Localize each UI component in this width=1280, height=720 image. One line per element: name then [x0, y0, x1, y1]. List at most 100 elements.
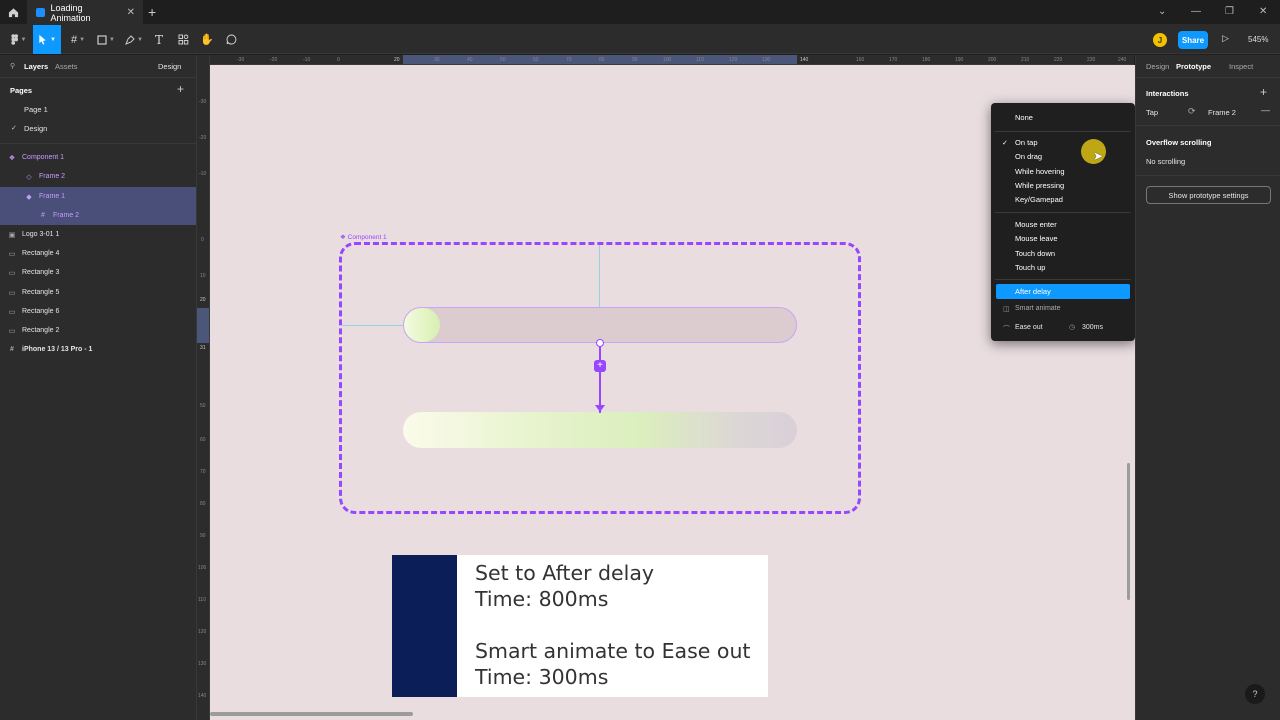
comment-tool-button[interactable]: [223, 25, 239, 54]
layer-row[interactable]: ◇ Frame 2: [0, 167, 196, 186]
menu-item-none[interactable]: None: [1015, 113, 1033, 122]
ruler-tick: 120: [198, 629, 207, 635]
interaction-trigger[interactable]: Tap: [1146, 108, 1158, 117]
title-bar: Loading Animation ✕ + ⌄ — ❐ ✕: [0, 0, 1280, 25]
menu-item-key-gamepad[interactable]: Key/Gamepad: [1015, 195, 1063, 204]
loading-bar-fill: [404, 308, 440, 342]
easing-select[interactable]: Ease out: [1015, 324, 1043, 331]
connection-origin-handle[interactable]: [596, 339, 604, 347]
layer-row[interactable]: ▭ Rectangle 6: [0, 302, 196, 321]
add-page-button[interactable]: +: [177, 82, 184, 96]
pen-tool-button[interactable]: ▼: [122, 25, 146, 54]
horizontal-scrollbar[interactable]: [210, 712, 413, 716]
menu-item-on-tap[interactable]: On tap: [1015, 138, 1038, 147]
tab-assets[interactable]: Assets: [55, 62, 78, 71]
layer-row-selected[interactable]: # Frame 2: [0, 206, 196, 225]
present-play-icon[interactable]: ▷: [1222, 33, 1229, 44]
menu-item-while-hovering[interactable]: While hovering: [1015, 167, 1065, 176]
user-avatar[interactable]: J: [1153, 33, 1167, 47]
menu-item-on-drag[interactable]: On drag: [1015, 152, 1042, 161]
new-tab-button[interactable]: +: [148, 4, 156, 20]
chevron-down-icon: ▼: [20, 36, 27, 43]
prototype-connection: [599, 343, 601, 413]
component-label-text: Component 1: [347, 234, 387, 241]
layer-row-selected[interactable]: ◆ Frame 1: [0, 187, 196, 206]
show-prototype-settings-button[interactable]: Show prototype settings: [1146, 186, 1271, 204]
divider: [0, 143, 197, 144]
frame-tool-button[interactable]: # ▼: [66, 25, 90, 54]
frame-1-loading-bar[interactable]: [403, 307, 797, 343]
minimize-button[interactable]: —: [1191, 6, 1201, 17]
mode-dropdown[interactable]: Design: [158, 62, 181, 71]
zoom-dropdown[interactable]: 545%: [1248, 35, 1268, 44]
connection-arrowhead: [595, 405, 605, 412]
layer-row[interactable]: ▣ Logo 3-01 1: [0, 225, 196, 244]
close-tab-button[interactable]: ✕: [127, 7, 135, 18]
tab-prototype[interactable]: Prototype: [1176, 62, 1211, 71]
add-interaction-button[interactable]: +: [1260, 85, 1267, 99]
easing-curve-icon: ⌒: [1003, 326, 1010, 333]
file-tab[interactable]: Loading Animation ✕: [27, 0, 143, 25]
resources-button[interactable]: [175, 25, 191, 54]
layer-row[interactable]: ▭ Rectangle 2: [0, 321, 196, 340]
tab-design[interactable]: Design: [1146, 62, 1169, 71]
component-label[interactable]: ❖ Component 1: [340, 233, 387, 241]
home-button[interactable]: [0, 0, 26, 25]
page-item-current[interactable]: Design: [24, 124, 47, 133]
move-tool-button[interactable]: ▼: [33, 25, 61, 54]
interaction-target[interactable]: Frame 2: [1208, 108, 1236, 117]
tab-layers[interactable]: Layers: [24, 62, 48, 71]
top-ruler: -30 -20 -10 0 20 30 40 50 60 70 80 90 10…: [210, 55, 1134, 65]
layer-row[interactable]: ▭ Rectangle 3: [0, 263, 196, 282]
ruler-tick: 120: [729, 57, 738, 63]
ruler-tick: 210: [1021, 57, 1030, 63]
timer-icon: ◷: [1069, 324, 1076, 331]
restore-button[interactable]: ❐: [1225, 6, 1234, 17]
chevron-down-icon: ▼: [79, 36, 86, 43]
menu-item-touch-up[interactable]: Touch up: [1015, 263, 1045, 272]
vertical-scrollbar[interactable]: [1127, 463, 1130, 600]
chevron-down-icon[interactable]: ⌄: [1158, 6, 1166, 17]
menu-item-mouse-enter[interactable]: Mouse enter: [1015, 220, 1057, 229]
layer-row[interactable]: ❖ Component 1: [0, 148, 196, 167]
menu-item-while-pressing[interactable]: While pressing: [1015, 181, 1064, 190]
ruler-tick: 31: [200, 345, 206, 351]
remove-interaction-button[interactable]: —: [1261, 105, 1270, 115]
share-button[interactable]: Share: [1178, 31, 1208, 49]
ruler-tick: 240: [1118, 57, 1127, 63]
menu-item-after-delay[interactable]: After delay: [996, 284, 1130, 299]
ruler-tick: 140: [800, 57, 809, 63]
ruler-tick: 100: [663, 57, 672, 63]
menu-item-touch-down[interactable]: Touch down: [1015, 249, 1055, 258]
tab-inspect[interactable]: Inspect: [1229, 62, 1253, 71]
ruler-tick: -10: [303, 57, 311, 63]
text-tool-button[interactable]: T: [151, 25, 167, 54]
ruler-tick: 190: [955, 57, 964, 63]
layer-row[interactable]: ▭ Rectangle 4: [0, 244, 196, 263]
shape-tool-button[interactable]: ▼: [94, 25, 118, 54]
animation-select[interactable]: Smart animate: [1015, 305, 1061, 312]
overflow-select[interactable]: No scrolling: [1146, 157, 1185, 166]
right-panel: Design Prototype Inspect Interactions + …: [1135, 55, 1280, 720]
help-button[interactable]: ?: [1245, 684, 1265, 704]
hand-tool-button[interactable]: ✋: [199, 25, 215, 54]
variant-icon: ◇: [26, 173, 32, 181]
home-icon: [8, 8, 18, 18]
ruler-tick: 0: [201, 237, 204, 243]
ruler-tick: 80: [200, 501, 206, 507]
frame-2-loading-bar[interactable]: [403, 412, 797, 448]
main-menu-button[interactable]: ▼: [6, 25, 30, 54]
ruler-tick: 70: [200, 469, 206, 475]
menu-item-mouse-leave[interactable]: Mouse leave: [1015, 234, 1058, 243]
search-icon[interactable]: ⚲: [10, 62, 15, 70]
page-item[interactable]: Page 1: [24, 105, 48, 114]
ruler-tick: 180: [922, 57, 931, 63]
note-line: Smart animate to Ease out: [475, 639, 751, 663]
duration-input[interactable]: 300ms: [1082, 324, 1103, 331]
frame-icon: #: [70, 33, 78, 46]
close-window-button[interactable]: ✕: [1259, 6, 1267, 17]
layer-row[interactable]: ▭ Rectangle 5: [0, 283, 196, 302]
layer-row[interactable]: # iPhone 13 / 13 Pro - 1: [0, 340, 196, 359]
figma-menu-icon: [10, 34, 18, 45]
add-connection-icon[interactable]: +: [594, 360, 606, 372]
